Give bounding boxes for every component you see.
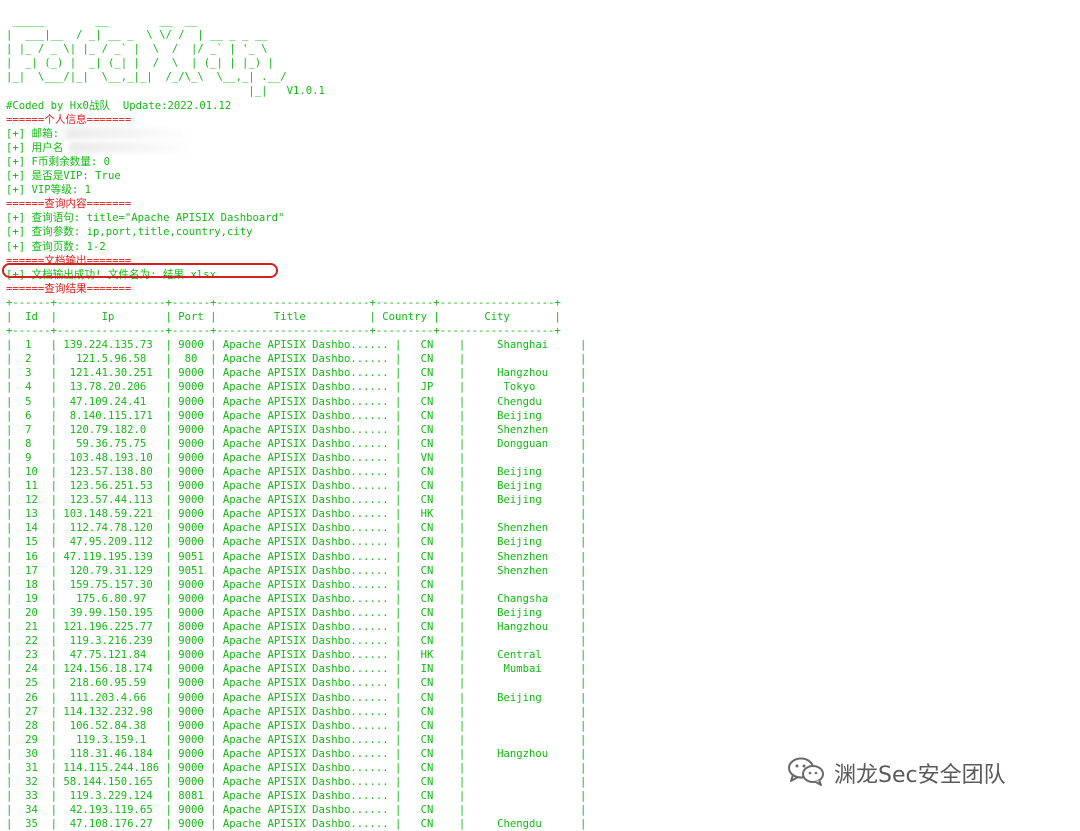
banner-line: | _| (_) | _| (_| | / \ | (_| | |_) | bbox=[6, 57, 274, 70]
results-table: +------+-----------------+------+-------… bbox=[6, 296, 706, 831]
table-row: | 3 | 121.41.30.251 | 9000 | Apache APIS… bbox=[6, 367, 587, 380]
query-pages-line: [+] 查询页数: 1-2 bbox=[6, 240, 106, 253]
table-row: | 33 | 119.3.229.124 | 8081 | Apache API… bbox=[6, 790, 587, 803]
table-row: | 18 | 159.75.157.30 | 9000 | Apache API… bbox=[6, 578, 587, 591]
table-row: | 31 | 114.115.244.186 | 9000 | Apache A… bbox=[6, 761, 587, 774]
email-label: [+] 邮箱: bbox=[6, 127, 60, 140]
table-row: | 16 | 47.119.195.139 | 9051 | Apache AP… bbox=[6, 550, 587, 563]
table-row: | 24 | 124.156.18.174 | 9000 | Apache AP… bbox=[6, 663, 587, 676]
table-row: | 11 | 123.56.251.53 | 9000 | Apache API… bbox=[6, 480, 587, 493]
coded-by-line: #Coded by Hx0战队 Update:2022.01.12 bbox=[6, 99, 232, 112]
banner-version-line: |_| V1.0.1 bbox=[6, 85, 325, 98]
watermark: 渊龙Sec安全团队 bbox=[786, 755, 1006, 791]
table-row: | 7 | 120.79.182.0 | 9000 | Apache APISI… bbox=[6, 423, 587, 436]
table-row: | 28 | 106.52.84.38 | 9000 | Apache APIS… bbox=[6, 719, 587, 732]
table-row: | 14 | 112.74.78.120 | 9000 | Apache API… bbox=[6, 522, 587, 535]
table-border-top: +------+-----------------+------+-------… bbox=[6, 296, 561, 309]
banner-line: | ___|__ / _| __ _ \ \/ / | __ _ _ __ bbox=[6, 29, 268, 42]
ascii-banner: _____ __ __ __ | ___|__ / _| __ _ \ \/ /… bbox=[6, 14, 706, 99]
table-row: | 26 | 111.203.4.66 | 9000 | Apache APIS… bbox=[6, 691, 587, 704]
banner-line: _____ __ __ __ bbox=[6, 15, 198, 27]
table-row: | 32 | 58.144.150.165 | 9000 | Apache AP… bbox=[6, 776, 587, 789]
table-row: | 13 | 103.148.59.221 | 9000 | Apache AP… bbox=[6, 508, 587, 521]
username-line: [+] 用户名 bbox=[6, 141, 706, 155]
redacted-email bbox=[65, 128, 194, 140]
table-row: | 8 | 59.36.75.75 | 9000 | Apache APISIX… bbox=[6, 437, 587, 450]
table-row: | 19 | 175.6.80.97 | 9000 | Apache APISI… bbox=[6, 592, 587, 605]
table-row: | 29 | 119.3.159.1 | 9000 | Apache APISI… bbox=[6, 733, 587, 746]
table-row: | 27 | 114.132.232.98 | 9000 | Apache AP… bbox=[6, 705, 587, 718]
username-label: [+] 用户名 bbox=[6, 141, 64, 154]
vip-status-line: [+] 是否是VIP: True bbox=[6, 170, 121, 183]
table-border-mid: +------+-----------------+------+-------… bbox=[6, 325, 561, 338]
vip-level-line: [+] VIP等级: 1 bbox=[6, 184, 91, 197]
table-row: | 9 | 103.48.193.10 | 9000 | Apache APIS… bbox=[6, 451, 587, 464]
redacted-username bbox=[69, 142, 198, 154]
output-success-highlight-ring bbox=[2, 263, 278, 278]
table-row: | 4 | 13.78.20.206 | 9000 | Apache APISI… bbox=[6, 381, 587, 394]
section-personal-header: ======个人信息======= bbox=[6, 113, 132, 126]
table-row: | 12 | 123.57.44.113 | 9000 | Apache API… bbox=[6, 494, 587, 507]
watermark-text: 渊龙Sec安全团队 bbox=[834, 763, 1006, 788]
table-row: | 22 | 119.3.216.239 | 9000 | Apache API… bbox=[6, 635, 587, 648]
table-header-row: | Id | Ip | Port | Title | Country | Cit… bbox=[6, 310, 561, 323]
table-row: | 15 | 47.95.209.112 | 9000 | Apache API… bbox=[6, 536, 587, 549]
table-row: | 2 | 121.5.96.58 | 80 | Apache APISIX D… bbox=[6, 353, 587, 366]
table-row: | 1 | 139.224.135.73 | 9000 | Apache API… bbox=[6, 339, 587, 352]
table-row: | 30 | 118.31.46.184 | 9000 | Apache API… bbox=[6, 747, 587, 760]
table-row: | 6 | 8.140.115.171 | 9000 | Apache APIS… bbox=[6, 409, 587, 422]
query-params-line: [+] 查询参数: ip,port,title,country,city bbox=[6, 226, 253, 239]
table-row: | 25 | 218.60.95.59 | 9000 | Apache APIS… bbox=[6, 677, 587, 690]
table-row: | 23 | 47.75.121.84 | 9000 | Apache APIS… bbox=[6, 649, 587, 662]
email-line: [+] 邮箱: bbox=[6, 127, 706, 141]
table-row: | 35 | 47.108.176.27 | 9000 | Apache API… bbox=[6, 818, 587, 831]
query-statement-line: [+] 查询语句: title="Apache APISIX Dashboard… bbox=[6, 212, 285, 225]
section-results-header: ======查询结果======= bbox=[6, 282, 132, 295]
table-body: | 1 | 139.224.135.73 | 9000 | Apache API… bbox=[6, 338, 706, 831]
wechat-icon bbox=[786, 755, 826, 791]
table-row: | 20 | 39.99.150.195 | 9000 | Apache API… bbox=[6, 606, 587, 619]
table-row: | 21 | 121.196.225.77 | 8000 | Apache AP… bbox=[6, 621, 587, 634]
table-row: | 17 | 120.79.31.129 | 9051 | Apache API… bbox=[6, 564, 587, 577]
section-query-header: ======查询内容======= bbox=[6, 198, 132, 211]
table-row: | 34 | 42.193.119.65 | 9000 | Apache API… bbox=[6, 804, 587, 817]
table-row: | 10 | 123.57.138.80 | 9000 | Apache API… bbox=[6, 466, 587, 478]
terminal-output: _____ __ __ __ | ___|__ / _| __ _ \ \/ /… bbox=[6, 14, 706, 831]
table-row: | 5 | 47.109.24.41 | 9000 | Apache APISI… bbox=[6, 395, 587, 408]
banner-line: | |_ / _ \| |_ / _` | \ / |/ _` | '_ \ bbox=[6, 43, 268, 56]
banner-line: |_| \___/|_| \__,_|_| /_/\_\ \__,_| .__/ bbox=[6, 71, 287, 84]
fcoin-balance-line: [+] F币剩余数量: 0 bbox=[6, 155, 110, 168]
